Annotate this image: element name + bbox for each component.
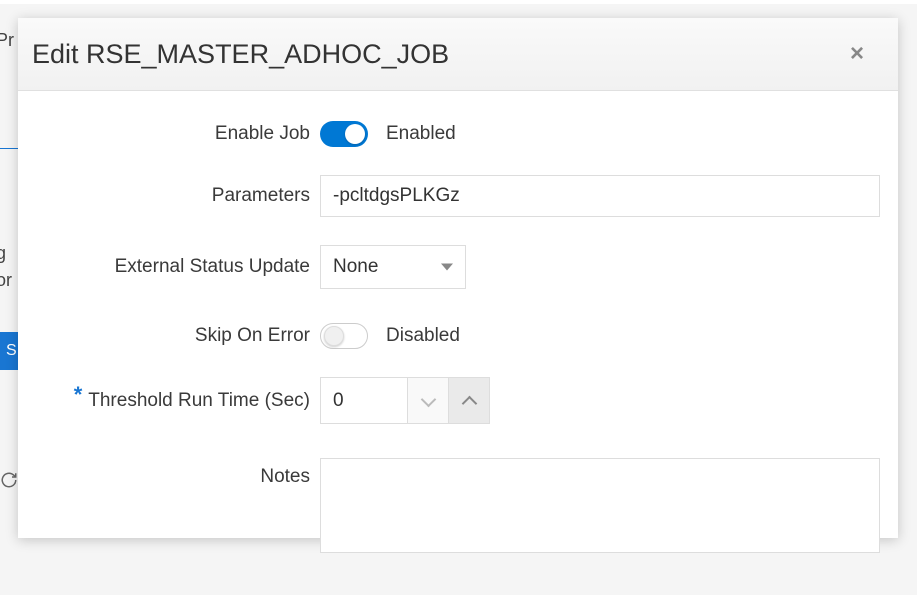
label-external-status: External Status Update [32, 256, 320, 278]
label-threshold-runtime: * Threshold Run Time (Sec) [32, 390, 320, 412]
close-icon: × [850, 40, 864, 67]
enable-job-toggle[interactable] [320, 121, 368, 147]
bg-text-fragment: Pr [0, 30, 14, 51]
select-value: None [333, 256, 378, 278]
row-notes: Notes [32, 458, 884, 553]
toggle-knob [324, 326, 344, 346]
chevron-down-icon [421, 394, 435, 408]
dialog-header: Edit RSE_MASTER_ADHOC_JOB × [18, 18, 898, 91]
chevron-down-icon [441, 264, 453, 271]
label-parameters: Parameters [32, 185, 320, 207]
row-parameters: Parameters [32, 175, 884, 217]
threshold-runtime-stepper [320, 377, 490, 424]
bg-divider [0, 148, 20, 149]
chevron-up-icon [462, 394, 476, 408]
enable-job-state: Enabled [386, 123, 456, 145]
bg-text-fragment: g or [0, 240, 12, 294]
notes-textarea[interactable] [320, 458, 880, 553]
skip-on-error-toggle[interactable] [320, 323, 368, 349]
close-button[interactable]: × [842, 36, 872, 72]
row-threshold-runtime: * Threshold Run Time (Sec) [32, 377, 884, 424]
external-status-select[interactable]: None [320, 245, 466, 289]
refresh-icon [0, 471, 20, 491]
row-enable-job: Enable Job Enabled [32, 121, 884, 147]
edit-job-dialog: Edit RSE_MASTER_ADHOC_JOB × Enable Job E… [18, 18, 898, 538]
dialog-body: Enable Job Enabled Parameters External S… [18, 91, 898, 595]
app-top-accent [0, 0, 917, 4]
label-notes: Notes [32, 458, 320, 488]
skip-on-error-state: Disabled [386, 325, 460, 347]
dialog-title: Edit RSE_MASTER_ADHOC_JOB [32, 39, 449, 70]
label-enable-job: Enable Job [32, 123, 320, 145]
bg-button-fragment: S [0, 332, 18, 370]
stepper-increment-button[interactable] [448, 377, 490, 424]
row-external-status: External Status Update None [32, 245, 884, 289]
row-skip-on-error: Skip On Error Disabled [32, 323, 884, 349]
label-skip-on-error: Skip On Error [32, 325, 320, 347]
threshold-runtime-input[interactable] [320, 377, 408, 424]
stepper-decrement-button[interactable] [407, 377, 449, 424]
toggle-knob [345, 124, 365, 144]
parameters-input[interactable] [320, 175, 880, 217]
